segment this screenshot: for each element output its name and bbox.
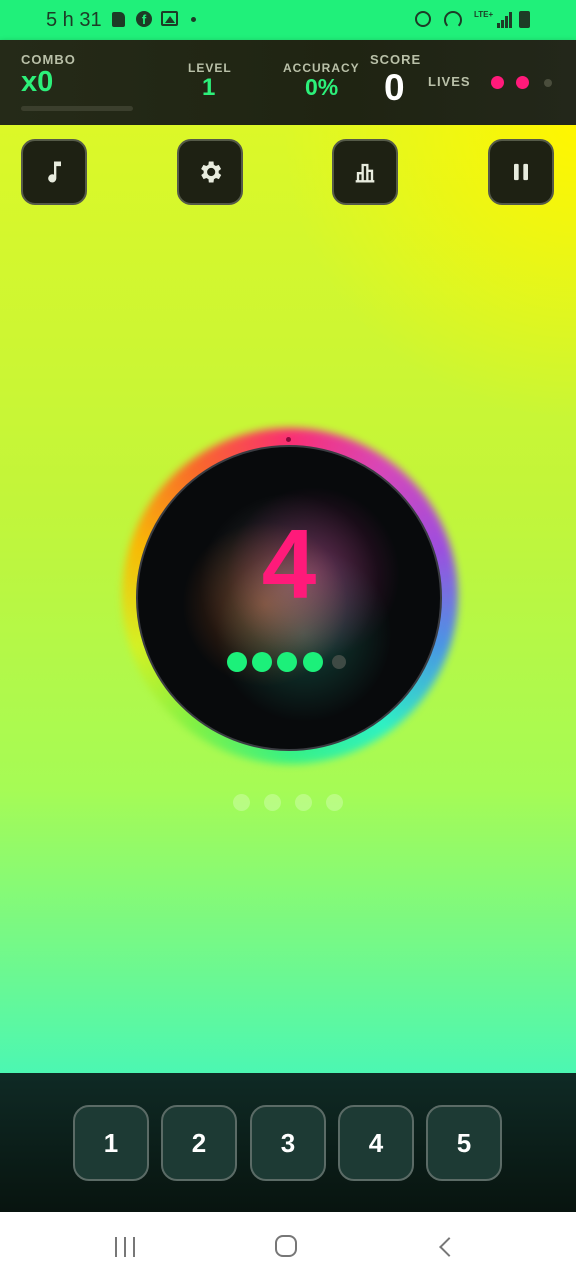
life-indicator — [516, 76, 529, 89]
accuracy-value: 0% — [305, 74, 339, 100]
number-keypad: 1 2 3 4 5 — [0, 1073, 576, 1212]
game-hud: COMBO x0 LEVEL 1 ACCURACY 0% SCORE 0 LIV… — [0, 40, 576, 125]
dot-icon — [191, 17, 196, 22]
status-bar: 5 h 31 f LTE+ — [0, 0, 576, 40]
status-time: 5 h 31 — [46, 9, 102, 31]
score-value: 0 — [384, 67, 405, 108]
sequence-dot — [233, 794, 250, 811]
recent-apps-icon[interactable] — [115, 1237, 137, 1257]
leaderboard-button[interactable] — [332, 139, 398, 205]
combo-label: COMBO — [21, 52, 76, 67]
life-indicator — [491, 76, 504, 89]
progress-pip-filled — [303, 652, 323, 672]
home-icon[interactable] — [275, 1235, 297, 1257]
key-1-button[interactable]: 1 — [73, 1105, 149, 1181]
bar-chart-icon — [355, 163, 375, 183]
key-4-button[interactable]: 4 — [338, 1105, 414, 1181]
settings-button[interactable] — [177, 139, 243, 205]
combo-value: x0 — [21, 66, 54, 98]
hotspot-icon — [444, 11, 462, 29]
system-nav-bar — [0, 1212, 576, 1280]
gear-icon — [201, 161, 222, 183]
lte-icon: LTE+ — [474, 10, 494, 19]
progress-pip-filled — [252, 652, 272, 672]
alarm-icon — [415, 11, 431, 27]
sd-card-icon — [112, 12, 125, 27]
progress-pip-filled — [277, 652, 297, 672]
pause-button[interactable] — [488, 139, 554, 205]
lives-label: LIVES — [428, 74, 471, 89]
level-label: LEVEL — [188, 61, 232, 75]
music-note-icon — [48, 161, 61, 183]
ring-marker — [286, 437, 291, 442]
score-label: SCORE — [370, 52, 422, 67]
accuracy-label: ACCURACY — [283, 61, 360, 75]
game-area: 4 — [0, 125, 576, 1073]
level-value: 1 — [202, 74, 216, 101]
battery-icon — [519, 11, 530, 28]
key-5-button[interactable]: 5 — [426, 1105, 502, 1181]
sequence-dot — [264, 794, 281, 811]
progress-pip-filled — [227, 652, 247, 672]
sequence-dot — [326, 794, 343, 811]
music-button[interactable] — [21, 139, 87, 205]
combo-progress-bar — [21, 106, 133, 111]
key-2-button[interactable]: 2 — [161, 1105, 237, 1181]
back-icon[interactable] — [439, 1237, 459, 1257]
facebook-icon: f — [136, 11, 152, 27]
progress-pip-empty — [332, 655, 346, 669]
life-indicator-empty — [544, 79, 552, 87]
sequence-dot — [295, 794, 312, 811]
gallery-icon — [161, 11, 178, 26]
signal-icon — [497, 12, 513, 28]
key-3-button[interactable]: 3 — [250, 1105, 326, 1181]
pause-icon — [514, 163, 528, 181]
target-number: 4 — [261, 509, 317, 619]
